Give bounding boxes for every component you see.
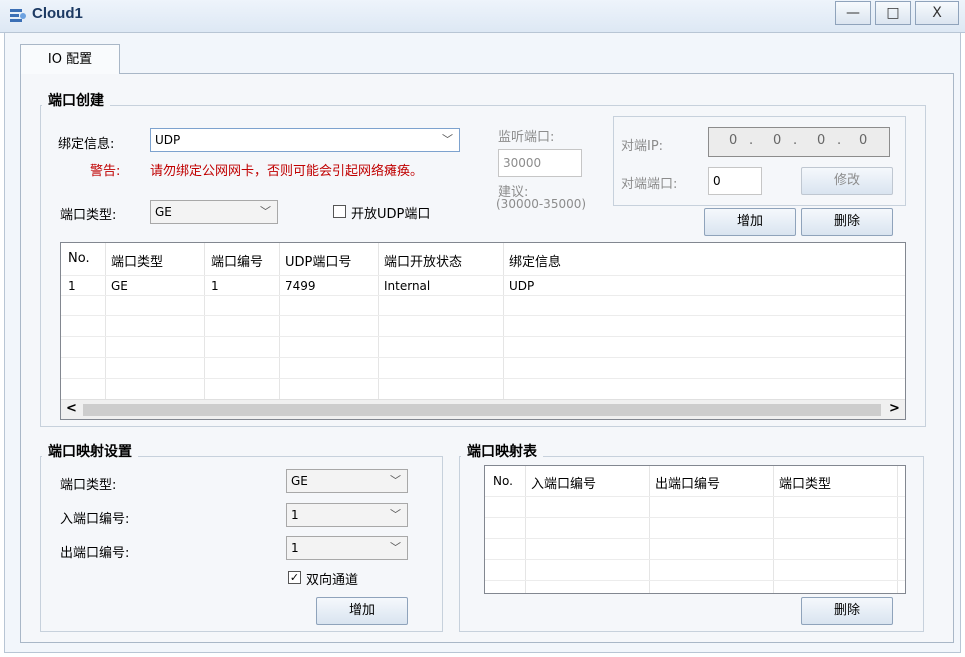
map-port-type-value: GE — [291, 474, 308, 488]
column-header-in-port[interactable]: 入端口编号 — [531, 473, 596, 492]
warning-text: 请勿绑定公网网卡，否则可能会引起网络瘫痪。 — [150, 164, 424, 179]
maximize-button[interactable]: □ — [875, 1, 911, 25]
scroll-left-arrow-icon[interactable]: < — [66, 401, 77, 416]
table-cell-open-status[interactable]: Internal — [384, 279, 430, 293]
column-header-bind-info[interactable]: 绑定信息 — [509, 251, 561, 270]
peer-ip-octet-4: 0 — [859, 133, 868, 148]
peer-ip-octet-3: 0 — [817, 133, 826, 148]
column-header-no[interactable]: No. — [68, 251, 90, 266]
ip-dot: . — [837, 133, 842, 148]
window-title: Cloud1 — [32, 5, 83, 22]
title-bar — [0, 0, 965, 33]
open-udp-checkbox[interactable] — [333, 205, 346, 218]
add-port-button[interactable]: 增加 — [704, 208, 796, 236]
column-header-udp-port[interactable]: UDP端口号 — [285, 251, 351, 270]
column-header-no[interactable]: No. — [493, 474, 513, 488]
listen-port-label: 监听端口: — [498, 130, 555, 145]
scrollbar-thumb[interactable] — [83, 404, 881, 416]
bind-info-label: 绑定信息: — [58, 137, 115, 152]
tab-io-config[interactable]: IO 配置 — [20, 44, 120, 74]
delete-port-button[interactable]: 删除 — [801, 208, 893, 236]
map-port-type-select[interactable]: GE ﹀ — [286, 469, 408, 493]
out-port-value: 1 — [291, 541, 299, 555]
map-port-type-label: 端口类型: — [60, 478, 117, 493]
port-create-title: 端口创建 — [42, 90, 110, 110]
column-header-open-status[interactable]: 端口开放状态 — [384, 251, 462, 270]
suggest-range: (30000-35000) — [496, 197, 587, 211]
cloud-app-icon — [10, 9, 26, 22]
port-type-label: 端口类型: — [60, 208, 117, 223]
table-cell-no[interactable]: 1 — [68, 279, 76, 293]
table-cell-port-number[interactable]: 1 — [211, 279, 219, 293]
peer-ip-octet-2: 0 — [773, 133, 782, 148]
modify-button[interactable]: 修改 — [801, 167, 893, 195]
ip-dot: . — [749, 133, 754, 148]
peer-ip-octet-1: 0 — [729, 133, 738, 148]
chevron-down-icon: ﹀ — [390, 541, 401, 554]
table-cell-port-type[interactable]: GE — [111, 279, 128, 293]
port-type-value: GE — [155, 205, 172, 219]
ip-dot: . — [793, 133, 798, 148]
out-port-select[interactable]: 1 ﹀ — [286, 536, 408, 560]
listen-port-input[interactable]: 30000 — [498, 149, 582, 177]
bidirectional-label: 双向通道 — [306, 573, 359, 588]
open-udp-label: 开放UDP端口 — [351, 207, 431, 222]
chevron-down-icon: ﹀ — [390, 508, 401, 521]
port-type-select[interactable]: GE ﹀ — [150, 200, 278, 224]
column-header-port-number[interactable]: 端口编号 — [211, 251, 263, 270]
chevron-down-icon: ﹀ — [260, 205, 271, 218]
table-cell-bind-info[interactable]: UDP — [509, 279, 534, 293]
peer-ip-input[interactable]: 0 . 0 . 0 . 0 — [708, 127, 890, 157]
port-map-table: No. 入端口编号 出端口编号 端口类型 — [484, 465, 906, 594]
scroll-right-arrow-icon[interactable]: > — [889, 401, 900, 416]
in-port-label: 入端口编号: — [60, 512, 130, 527]
chevron-down-icon: ﹀ — [390, 474, 401, 487]
port-table: No. 端口类型 端口编号 UDP端口号 端口开放状态 绑定信息 1 GE 1 … — [60, 242, 906, 420]
peer-ip-label: 对端IP: — [621, 139, 664, 154]
close-button[interactable]: X — [915, 1, 959, 25]
bidirectional-checkbox[interactable]: ✓ — [288, 571, 301, 584]
minimize-button[interactable]: — — [835, 1, 871, 25]
delete-mapping-button[interactable]: 删除 — [801, 597, 893, 625]
in-port-select[interactable]: 1 ﹀ — [286, 503, 408, 527]
column-header-port-type[interactable]: 端口类型 — [779, 473, 831, 492]
chevron-down-icon: ﹀ — [442, 133, 453, 146]
port-map-table-title: 端口映射表 — [461, 441, 543, 461]
port-map-settings-title: 端口映射设置 — [42, 441, 138, 461]
bind-info-select[interactable]: UDP ﹀ — [150, 128, 460, 152]
add-mapping-button[interactable]: 增加 — [316, 597, 408, 625]
warning-label: 警告: — [90, 164, 121, 179]
out-port-label: 出端口编号: — [60, 546, 130, 561]
column-header-port-type[interactable]: 端口类型 — [111, 251, 163, 270]
bind-info-value: UDP — [155, 133, 181, 147]
horizontal-scrollbar[interactable]: < > — [61, 399, 905, 419]
table-cell-udp-port[interactable]: 7499 — [285, 279, 316, 293]
in-port-value: 1 — [291, 508, 299, 522]
peer-port-label: 对端端口: — [621, 177, 678, 192]
peer-port-input[interactable]: 0 — [708, 167, 762, 195]
column-header-out-port[interactable]: 出端口编号 — [655, 473, 720, 492]
